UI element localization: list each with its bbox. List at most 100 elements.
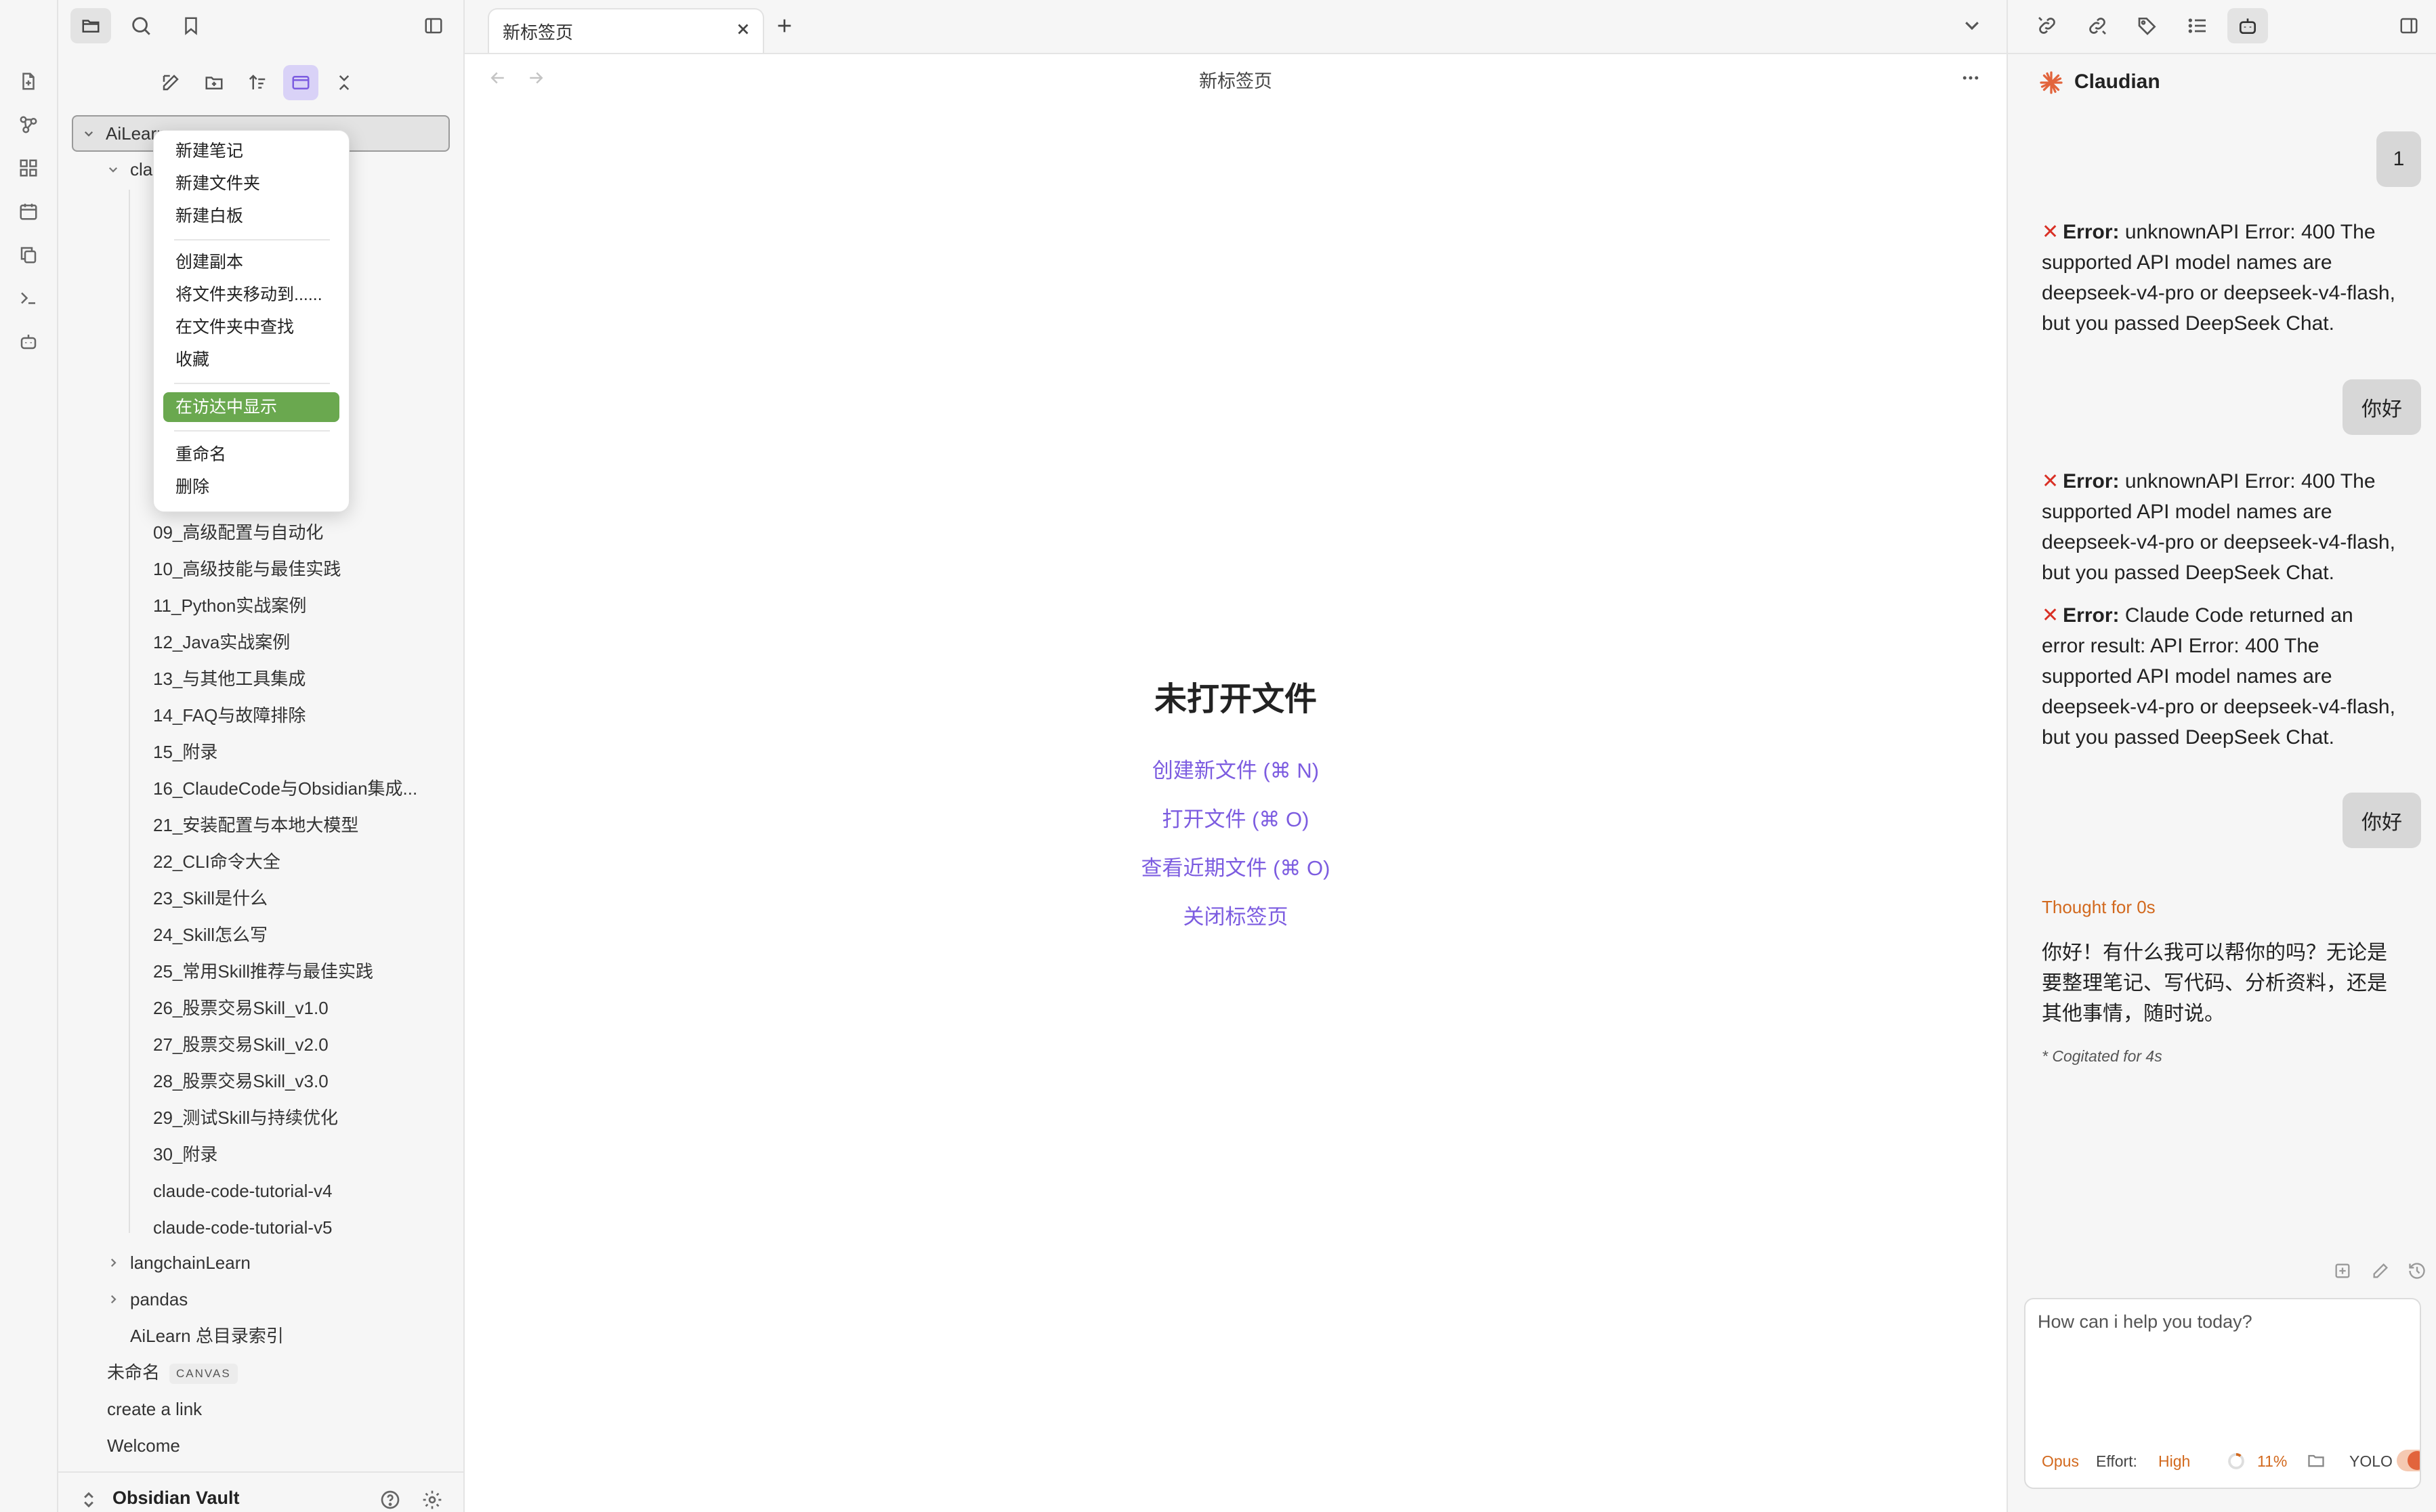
context-usage-gauge-icon <box>2226 1451 2249 1471</box>
tree-file[interactable]: 16_ClaudeCode与Obsidian集成... <box>153 774 417 803</box>
view-header-title: 新标签页 <box>1199 71 1272 91</box>
menu-item-new-canvas[interactable]: 新建白板 <box>163 201 339 231</box>
outgoing-links-icon[interactable] <box>2077 8 2118 43</box>
tree-file[interactable]: claude-code-tutorial-v4 <box>153 1176 332 1206</box>
right-sidebar-toggle-icon[interactable] <box>2389 8 2429 43</box>
menu-separator <box>174 383 330 384</box>
menu-item-delete[interactable]: 删除 <box>163 472 339 502</box>
history-icon[interactable] <box>2408 1261 2429 1283</box>
error-label: Error: <box>2063 470 2120 492</box>
tree-file[interactable]: 12_Java实战案例 <box>153 627 290 657</box>
tree-file-untitled-canvas[interactable]: 未命名 CANVAS <box>107 1358 238 1387</box>
tree-file-create-link[interactable]: create a link <box>107 1394 202 1424</box>
more-options-icon[interactable] <box>1959 68 1986 91</box>
tree-file[interactable]: 10_高级技能与最佳实践 <box>153 554 341 584</box>
new-chat-edit-icon[interactable] <box>2371 1261 2393 1283</box>
tree-file[interactable]: 13_与其他工具集成 <box>153 664 306 694</box>
tree-file[interactable]: claude-code-tutorial-v5 <box>153 1213 332 1242</box>
error-message: ✕ Error: unknownAPI Error: 400 The suppor… <box>2042 217 2401 339</box>
menu-item-move-folder[interactable]: 将文件夹移动到...... <box>163 280 339 310</box>
collapse-all-icon[interactable] <box>327 65 362 100</box>
add-context-icon[interactable] <box>2333 1261 2355 1283</box>
vault-name[interactable]: Obsidian Vault <box>112 1488 240 1509</box>
tags-icon[interactable] <box>2127 8 2168 43</box>
tab-list-chevron-icon[interactable] <box>1962 15 1986 39</box>
context-usage-percent: 11% <box>2257 1452 2288 1470</box>
tree-folder-label[interactable]: cla <box>130 154 152 184</box>
menu-separator <box>174 239 330 240</box>
auto-reveal-icon[interactable] <box>283 65 318 100</box>
new-tab-plus-icon[interactable] <box>774 15 798 39</box>
chevron-right-icon[interactable] <box>104 1284 122 1314</box>
menu-item-bookmark[interactable]: 收藏 <box>163 345 339 375</box>
tree-file[interactable]: 15_附录 <box>153 737 217 767</box>
tree-file[interactable]: 29_测试Skill与持续优化 <box>153 1103 338 1133</box>
outline-list-icon[interactable] <box>2177 8 2218 43</box>
tree-file[interactable]: 28_股票交易Skill_v3.0 <box>153 1066 329 1096</box>
tree-file[interactable]: 11_Python实战案例 <box>153 591 306 621</box>
tree-file[interactable]: 21_安装配置与本地大模型 <box>153 810 358 840</box>
tree-file[interactable]: 26_股票交易Skill_v1.0 <box>153 993 329 1023</box>
effort-label: Effort: <box>2096 1452 2137 1470</box>
new-note-icon[interactable] <box>153 65 188 100</box>
create-new-file-link[interactable]: 创建新文件 (⌘ N) <box>465 753 2007 784</box>
tree-file-index[interactable]: AiLearn 总目录索引 <box>130 1321 284 1351</box>
menu-item-reveal-in-finder[interactable]: 在访达中显示 <box>163 392 339 422</box>
bot-icon[interactable] <box>14 327 43 356</box>
tree-file[interactable]: 14_FAQ与故障排除 <box>153 700 306 730</box>
grid-icon[interactable] <box>14 153 43 183</box>
error-x-icon: ✕ <box>2042 221 2059 243</box>
thought-indicator[interactable]: Thought for 0s <box>2042 897 2156 918</box>
effort-selector[interactable]: High <box>2158 1452 2190 1471</box>
chevron-right-icon[interactable] <box>104 1248 122 1278</box>
chevron-down-icon[interactable] <box>104 154 122 184</box>
backlinks-icon[interactable] <box>2027 8 2067 43</box>
tree-file[interactable]: 30_附录 <box>153 1139 217 1169</box>
folder-icon[interactable] <box>2306 1451 2329 1471</box>
new-folder-icon[interactable] <box>196 65 232 100</box>
error-x-icon: ✕ <box>2042 470 2059 492</box>
close-tab-icon[interactable] <box>734 20 755 41</box>
tree-folder-pandas[interactable]: pandas <box>130 1284 188 1314</box>
tree-file[interactable]: 09_高级配置与自动化 <box>153 518 323 547</box>
tree-file-welcome[interactable]: Welcome <box>107 1431 180 1461</box>
search-icon[interactable] <box>121 8 161 43</box>
sort-icon[interactable] <box>240 65 275 100</box>
empty-state-title: 未打开文件 <box>1154 681 1317 717</box>
tree-file[interactable]: 27_股票交易Skill_v2.0 <box>153 1030 329 1059</box>
settings-gear-icon[interactable] <box>421 1489 446 1512</box>
open-file-link[interactable]: 打开文件 (⌘ O) <box>465 802 2007 833</box>
model-selector[interactable]: Opus <box>2042 1452 2079 1471</box>
yolo-toggle[interactable] <box>2397 1450 2420 1471</box>
tree-file[interactable]: 23_Skill是什么 <box>153 883 268 913</box>
help-icon[interactable] <box>379 1489 404 1512</box>
tree-file[interactable]: 24_Skill怎么写 <box>153 920 268 950</box>
menu-separator <box>174 430 330 432</box>
menu-item-new-folder[interactable]: 新建文件夹 <box>163 169 339 198</box>
tree-file[interactable]: 22_CLI命令大全 <box>153 847 280 877</box>
tree-folder-langchainlearn[interactable]: langchainLearn <box>130 1248 251 1278</box>
menu-item-new-note[interactable]: 新建笔记 <box>163 136 339 166</box>
bookmark-icon[interactable] <box>171 8 211 43</box>
claudian-bot-icon[interactable] <box>2227 8 2268 43</box>
close-tab-link[interactable]: 关闭标签页 <box>465 900 2007 930</box>
main-area: 新标签页 新标签页 未打开文件 创建新文件 (⌘ N) 打开文件 (⌘ O) 查… <box>465 0 2007 1512</box>
recent-files-link[interactable]: 查看近期文件 (⌘ O) <box>465 851 2007 881</box>
graph-icon[interactable] <box>14 110 43 140</box>
chat-input[interactable]: How can i help you today? <box>2038 1311 2403 1332</box>
calendar-icon[interactable] <box>14 196 43 226</box>
terminal-icon[interactable] <box>14 283 43 313</box>
file-plus-icon[interactable] <box>14 66 43 96</box>
vault-switch-icon[interactable] <box>81 1490 98 1509</box>
user-message: 你好 <box>2343 793 2421 848</box>
tree-file[interactable]: 25_常用Skill推荐与最佳实践 <box>153 957 373 986</box>
menu-item-search-in-folder[interactable]: 在文件夹中查找 <box>163 312 339 342</box>
copy-icon[interactable] <box>14 240 43 270</box>
menu-item-rename[interactable]: 重命名 <box>163 440 339 469</box>
error-label: Error: <box>2063 604 2120 627</box>
menu-item-duplicate[interactable]: 创建副本 <box>163 247 339 277</box>
chevron-down-icon[interactable] <box>80 119 98 148</box>
tab-new-tab[interactable]: 新标签页 <box>488 8 764 53</box>
sidebar-toggle-icon[interactable] <box>413 8 454 43</box>
files-icon[interactable] <box>70 8 111 43</box>
